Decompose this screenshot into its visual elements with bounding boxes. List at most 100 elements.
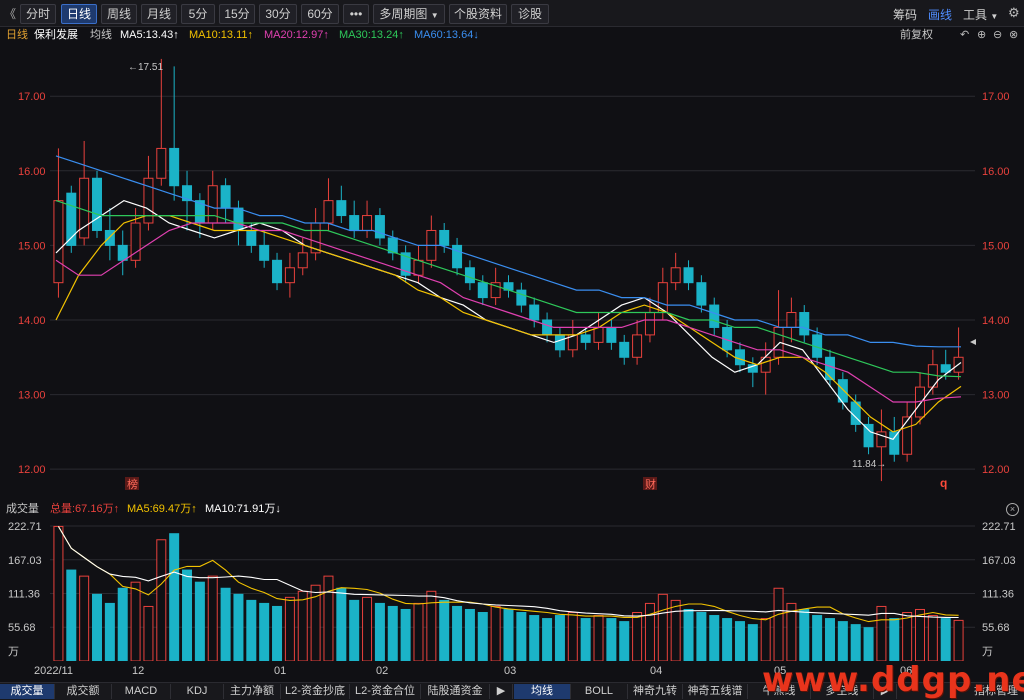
undo-icon[interactable]: ↶ (960, 27, 969, 43)
volume-bar (529, 615, 540, 661)
zoom-in-icon[interactable]: ⊕ (977, 27, 986, 43)
candle-body (786, 312, 797, 328)
tab-macd[interactable]: MACD (112, 684, 171, 699)
candle-body (593, 326, 604, 343)
volume-tick-right: 111.36 (982, 588, 1014, 600)
tab-period-60min[interactable]: 60分 (301, 4, 339, 24)
candle-body (259, 244, 270, 261)
tools-menu[interactable]: 工具 ▼ (963, 6, 998, 23)
tab-kdj[interactable]: KDJ (171, 684, 224, 699)
volume-bar (477, 612, 488, 661)
volume-bar (233, 593, 244, 661)
volume-bar (516, 612, 527, 661)
tab-period-fenshi[interactable]: 分时 (20, 4, 56, 24)
volume-unit-left: 万 (8, 646, 19, 658)
candle-body (92, 177, 103, 231)
close-volume-icon[interactable]: × (1006, 503, 1019, 516)
high-price-annotation: ←17.51 (128, 62, 163, 73)
price-tick-left: 16.00 (18, 166, 46, 178)
candle-body (452, 244, 463, 269)
tab-northbound[interactable]: 陆股通资金 (421, 684, 490, 699)
adjust-dropdown[interactable]: 前复权 (900, 27, 933, 43)
volume-bar (272, 605, 283, 661)
volume-bar (259, 602, 270, 661)
ma30-value: MA30:13.24↑ (339, 29, 404, 41)
candle-body (529, 304, 540, 321)
event-marker-1[interactable]: 榜 (127, 477, 138, 491)
volume-chart[interactable]: 222.71 222.71 167.03 167.03 111.36 111.36 55.6… (0, 516, 1024, 661)
tab-magic-nine[interactable]: 神奇九转 (628, 684, 683, 699)
volume-tick-left: 167.03 (8, 555, 42, 567)
tab-scroll-right[interactable]: ▶ (490, 684, 513, 699)
event-marker-3[interactable]: q (940, 476, 947, 490)
volume-bar (554, 615, 565, 661)
ma-line-ma10 (55, 215, 962, 433)
tab-magic-five[interactable]: 神奇五线谱 (683, 684, 748, 699)
candle-body (542, 319, 553, 336)
candle-body (104, 229, 115, 246)
back-icon[interactable]: 《 (4, 5, 16, 22)
settings-icon[interactable]: ⚙ (1008, 5, 1020, 21)
tab-turnover[interactable]: 成交额 (55, 684, 112, 699)
volume-bar (606, 618, 617, 661)
volume-bar (79, 575, 90, 661)
volume-bar (284, 596, 295, 661)
tab-l2-bottom[interactable]: L2-资金抄底 (281, 684, 350, 699)
volume-bar (426, 590, 437, 661)
tab-boll[interactable]: BOLL (571, 684, 628, 699)
volume-bar (683, 608, 694, 661)
candle-body (362, 215, 373, 231)
zoom-out-icon[interactable]: ⊖ (993, 27, 1002, 43)
stock-profile-button[interactable]: 个股资料 (449, 4, 507, 24)
volume-tick-left: 111.36 (8, 588, 40, 600)
candle-body (156, 147, 167, 179)
tab-period-monthly[interactable]: 月线 (141, 4, 177, 24)
candle-body (683, 267, 694, 284)
date-tick: 12 (132, 665, 144, 677)
candle-body (606, 326, 617, 343)
tab-ma-overlay[interactable]: 均线 (514, 684, 571, 699)
volume-bar (400, 608, 411, 661)
chip-button[interactable]: 筹码 (893, 6, 917, 23)
price-tick-right: 15.00 (982, 240, 1010, 252)
diagnose-button[interactable]: 诊股 (511, 4, 549, 24)
candle-body (272, 259, 283, 284)
more-button[interactable]: ••• (343, 4, 369, 24)
candle-body (117, 244, 128, 261)
tab-period-daily[interactable]: 日线 (61, 4, 97, 24)
volume-bar (567, 612, 578, 661)
multi-period-dropdown[interactable]: 多周期图 ▼ (373, 4, 445, 24)
volume-bar (143, 605, 154, 661)
tab-period-5min[interactable]: 5分 (181, 4, 215, 24)
ma-label[interactable]: 均线 (90, 27, 112, 43)
tab-l2-position[interactable]: L2-资金合位 (350, 684, 421, 699)
volume-bar (593, 615, 604, 661)
volume-tick-right: 55.68 (982, 622, 1010, 634)
volume-unit-right: 万 (982, 646, 993, 658)
tab-volume[interactable]: 成交量 (0, 684, 55, 699)
candle-body (439, 229, 450, 246)
tab-period-weekly[interactable]: 周线 (101, 4, 137, 24)
volume-bar (914, 608, 925, 661)
price-tick-right: 13.00 (982, 390, 1010, 402)
draw-line-button[interactable]: 画线 (928, 6, 952, 23)
close-icon[interactable]: ⊗ (1009, 27, 1018, 43)
tab-period-30min[interactable]: 30分 (259, 4, 297, 24)
candle-body (233, 207, 244, 231)
date-tick: 03 (504, 665, 516, 677)
event-marker-2[interactable]: 财 (645, 477, 656, 491)
price-chart[interactable]: 17.00 17.00 16.00 16.00 15.00 15.00 14.00 14.00… (0, 44, 1024, 499)
tab-main-net[interactable]: 主力净额 (224, 684, 281, 699)
volume-tick-left: 55.68 (8, 622, 36, 634)
price-tick-right: 17.00 (982, 91, 1010, 103)
last-price-arrow (970, 339, 976, 345)
volume-bar (876, 605, 887, 661)
volume-tick-right: 222.71 (982, 521, 1016, 533)
tab-period-15min[interactable]: 15分 (219, 4, 255, 24)
watermark-logo: www.ddgp.net (762, 660, 1024, 700)
candle-body (477, 282, 488, 299)
volume-ma10: MA10:71.91万↓ (205, 503, 281, 515)
price-tick-left: 12.00 (18, 464, 46, 476)
volume-bar (297, 590, 308, 661)
candle-body (696, 282, 707, 306)
